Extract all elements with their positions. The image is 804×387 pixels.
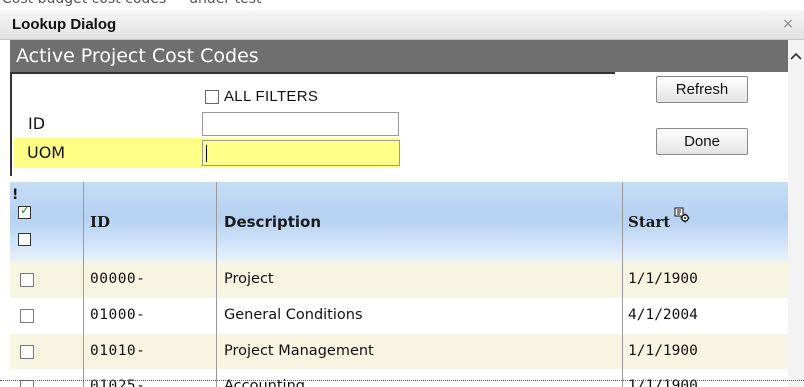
- row-checkbox[interactable]: [20, 309, 34, 323]
- section-header: Active Project Cost Codes: [10, 40, 788, 72]
- all-filters-label: ALL FILTERS: [224, 88, 319, 105]
- uom-filter-input[interactable]: [202, 140, 400, 166]
- table-row[interactable]: 01010- Project Management 1/1/1900: [10, 334, 788, 370]
- done-button[interactable]: Done: [656, 128, 748, 155]
- scrollbar-track[interactable]: [788, 72, 804, 387]
- all-filters-checkbox[interactable]: [205, 89, 219, 104]
- row-description: Project Management: [224, 343, 374, 359]
- column-divider: [622, 182, 623, 387]
- id-filter-label: ID: [28, 114, 46, 133]
- scroll-up-button[interactable]: [788, 40, 804, 72]
- row-id: 00000-: [90, 271, 146, 287]
- all-filters-toggle[interactable]: ALL FILTERS: [205, 88, 318, 105]
- refresh-button[interactable]: Refresh: [656, 76, 748, 103]
- row-start: 4/1/2004: [628, 307, 698, 323]
- uom-filter-row: UOM: [14, 138, 400, 168]
- row-checkbox[interactable]: [20, 345, 34, 359]
- grid-header: [10, 182, 788, 262]
- row-description: Project: [224, 271, 274, 287]
- column-header-id[interactable]: ID: [90, 213, 110, 231]
- checkbox-unchecked-icon[interactable]: [18, 233, 31, 246]
- row-id: 01000-: [90, 307, 146, 323]
- text-caret: [206, 145, 207, 162]
- column-divider: [216, 182, 217, 387]
- row-checkbox[interactable]: [20, 273, 34, 287]
- section-title: Active Project Cost Codes: [16, 45, 259, 67]
- sort-settings-icon[interactable]: [674, 207, 690, 223]
- table-row[interactable]: 00000- Project 1/1/1900: [10, 262, 788, 298]
- row-description: General Conditions: [224, 307, 363, 323]
- id-filter-input[interactable]: [202, 112, 399, 136]
- chevron-up-icon: [790, 50, 802, 64]
- row-id: 01010-: [90, 343, 146, 359]
- column-header-description[interactable]: Description: [224, 213, 321, 231]
- row-checkbox[interactable]: [20, 380, 34, 387]
- checkbox-checked-icon[interactable]: [18, 203, 31, 219]
- dotted-divider: [0, 380, 804, 381]
- close-icon[interactable]: ×: [780, 16, 796, 32]
- dialog-titlebar[interactable]: Lookup Dialog ×: [0, 10, 804, 40]
- column-divider: [83, 182, 84, 387]
- clipped-top-text: Cost budget cost codes — under test: [0, 0, 804, 10]
- uom-filter-label: UOM: [27, 143, 66, 162]
- dialog-title: Lookup Dialog: [12, 16, 117, 33]
- column-header-start[interactable]: Start: [628, 213, 670, 231]
- column-header-flag: !: [12, 187, 19, 203]
- row-start: 1/1/1900: [628, 343, 698, 359]
- table-row[interactable]: 01000- General Conditions 4/1/2004: [10, 298, 788, 334]
- row-start: 1/1/1900: [628, 271, 698, 287]
- table-row[interactable]: 01025- Accounting 1/1/1900: [10, 369, 788, 387]
